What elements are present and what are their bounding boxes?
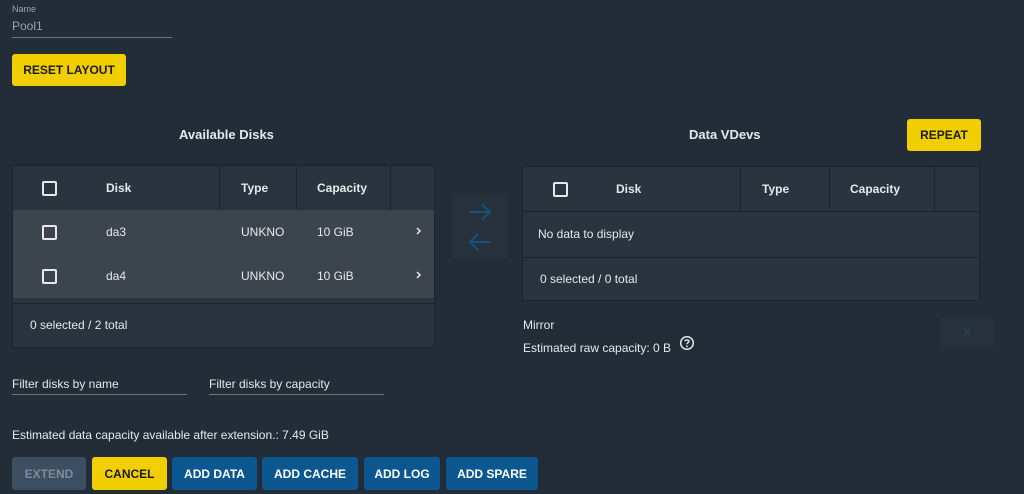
add-cache-button[interactable]: ADD CACHE xyxy=(262,457,358,490)
filter-by-capacity-underline xyxy=(209,394,384,395)
name-field-input[interactable]: Pool1 xyxy=(12,19,43,33)
disk-type: UNKNO xyxy=(241,225,285,239)
table-footer-divider xyxy=(13,303,434,304)
move-arrows xyxy=(452,194,508,258)
chevron-right-icon[interactable] xyxy=(415,226,423,236)
column-divider[interactable] xyxy=(740,167,741,211)
name-field-underline xyxy=(12,37,172,38)
column-header-type[interactable]: Type xyxy=(241,181,268,195)
select-all-checkbox[interactable] xyxy=(42,181,57,196)
column-header-capacity[interactable]: Capacity xyxy=(850,182,900,196)
column-header-disk[interactable]: Disk xyxy=(616,182,641,196)
chevron-right-icon[interactable] xyxy=(415,270,423,280)
data-vdevs-title: Data VDevs xyxy=(689,127,761,142)
available-disks-header: Disk Type Capacity xyxy=(13,166,434,210)
raw-capacity-label: Estimated raw capacity: 0 B xyxy=(523,341,672,355)
column-divider[interactable] xyxy=(296,166,297,210)
available-disks-table: Disk Type Capacity da3 UNKNO 10 GiB da4 … xyxy=(12,165,435,348)
available-disks-footer: 0 selected / 2 total xyxy=(30,318,128,332)
table-row[interactable]: da4 UNKNO 10 GiB xyxy=(13,254,434,298)
reset-layout-button[interactable]: RESET LAYOUT xyxy=(12,54,126,86)
disk-capacity: 10 GiB xyxy=(317,225,354,239)
disk-capacity: 10 GiB xyxy=(317,269,354,283)
disk-type: UNKNO xyxy=(241,269,285,283)
header-divider xyxy=(523,211,979,212)
available-disks-title: Available Disks xyxy=(179,127,274,142)
column-divider[interactable] xyxy=(829,167,830,211)
add-data-button[interactable]: ADD DATA xyxy=(172,457,257,490)
add-log-button[interactable]: ADD LOG xyxy=(364,457,440,490)
filter-by-name-input[interactable]: Filter disks by name xyxy=(12,377,119,391)
estimated-capacity-text: Estimated data capacity available after … xyxy=(12,428,329,442)
extend-button[interactable]: EXTEND xyxy=(12,457,86,490)
arrow-left-icon[interactable] xyxy=(467,232,493,252)
disk-name: da4 xyxy=(106,269,127,283)
column-divider[interactable] xyxy=(390,166,391,210)
select-all-checkbox[interactable] xyxy=(553,182,568,197)
cancel-button[interactable]: CANCEL xyxy=(92,457,167,490)
data-vdevs-footer: 0 selected / 0 total xyxy=(540,272,638,286)
disk-name: da3 xyxy=(106,225,127,239)
table-row[interactable]: da3 UNKNO 10 GiB xyxy=(13,210,434,254)
available-disks-rows: da3 UNKNO 10 GiB da4 UNKNO 10 GiB xyxy=(13,210,434,298)
filter-by-capacity-input[interactable]: Filter disks by capacity xyxy=(209,377,330,391)
filter-by-name-underline xyxy=(12,394,187,395)
add-spare-button[interactable]: ADD SPARE xyxy=(446,457,538,490)
column-divider[interactable] xyxy=(934,167,935,211)
table-footer-divider xyxy=(523,257,979,258)
help-circle-icon[interactable] xyxy=(679,335,695,351)
column-header-type[interactable]: Type xyxy=(762,182,789,196)
column-divider[interactable] xyxy=(219,166,220,210)
vdev-layout-label: Mirror xyxy=(523,318,555,332)
data-vdevs-table: Disk Type Capacity No data to display 0 … xyxy=(522,166,980,301)
column-header-capacity[interactable]: Capacity xyxy=(317,181,367,195)
empty-message: No data to display xyxy=(538,227,635,241)
name-field-label: Name xyxy=(12,4,37,14)
remove-vdev-button[interactable]: X xyxy=(940,318,994,348)
data-vdevs-header: Disk Type Capacity xyxy=(523,167,979,211)
column-header-disk[interactable]: Disk xyxy=(106,181,131,195)
arrow-right-icon[interactable] xyxy=(467,202,493,222)
repeat-button[interactable]: REPEAT xyxy=(907,119,981,151)
row-checkbox[interactable] xyxy=(42,269,57,284)
row-checkbox[interactable] xyxy=(42,225,57,240)
